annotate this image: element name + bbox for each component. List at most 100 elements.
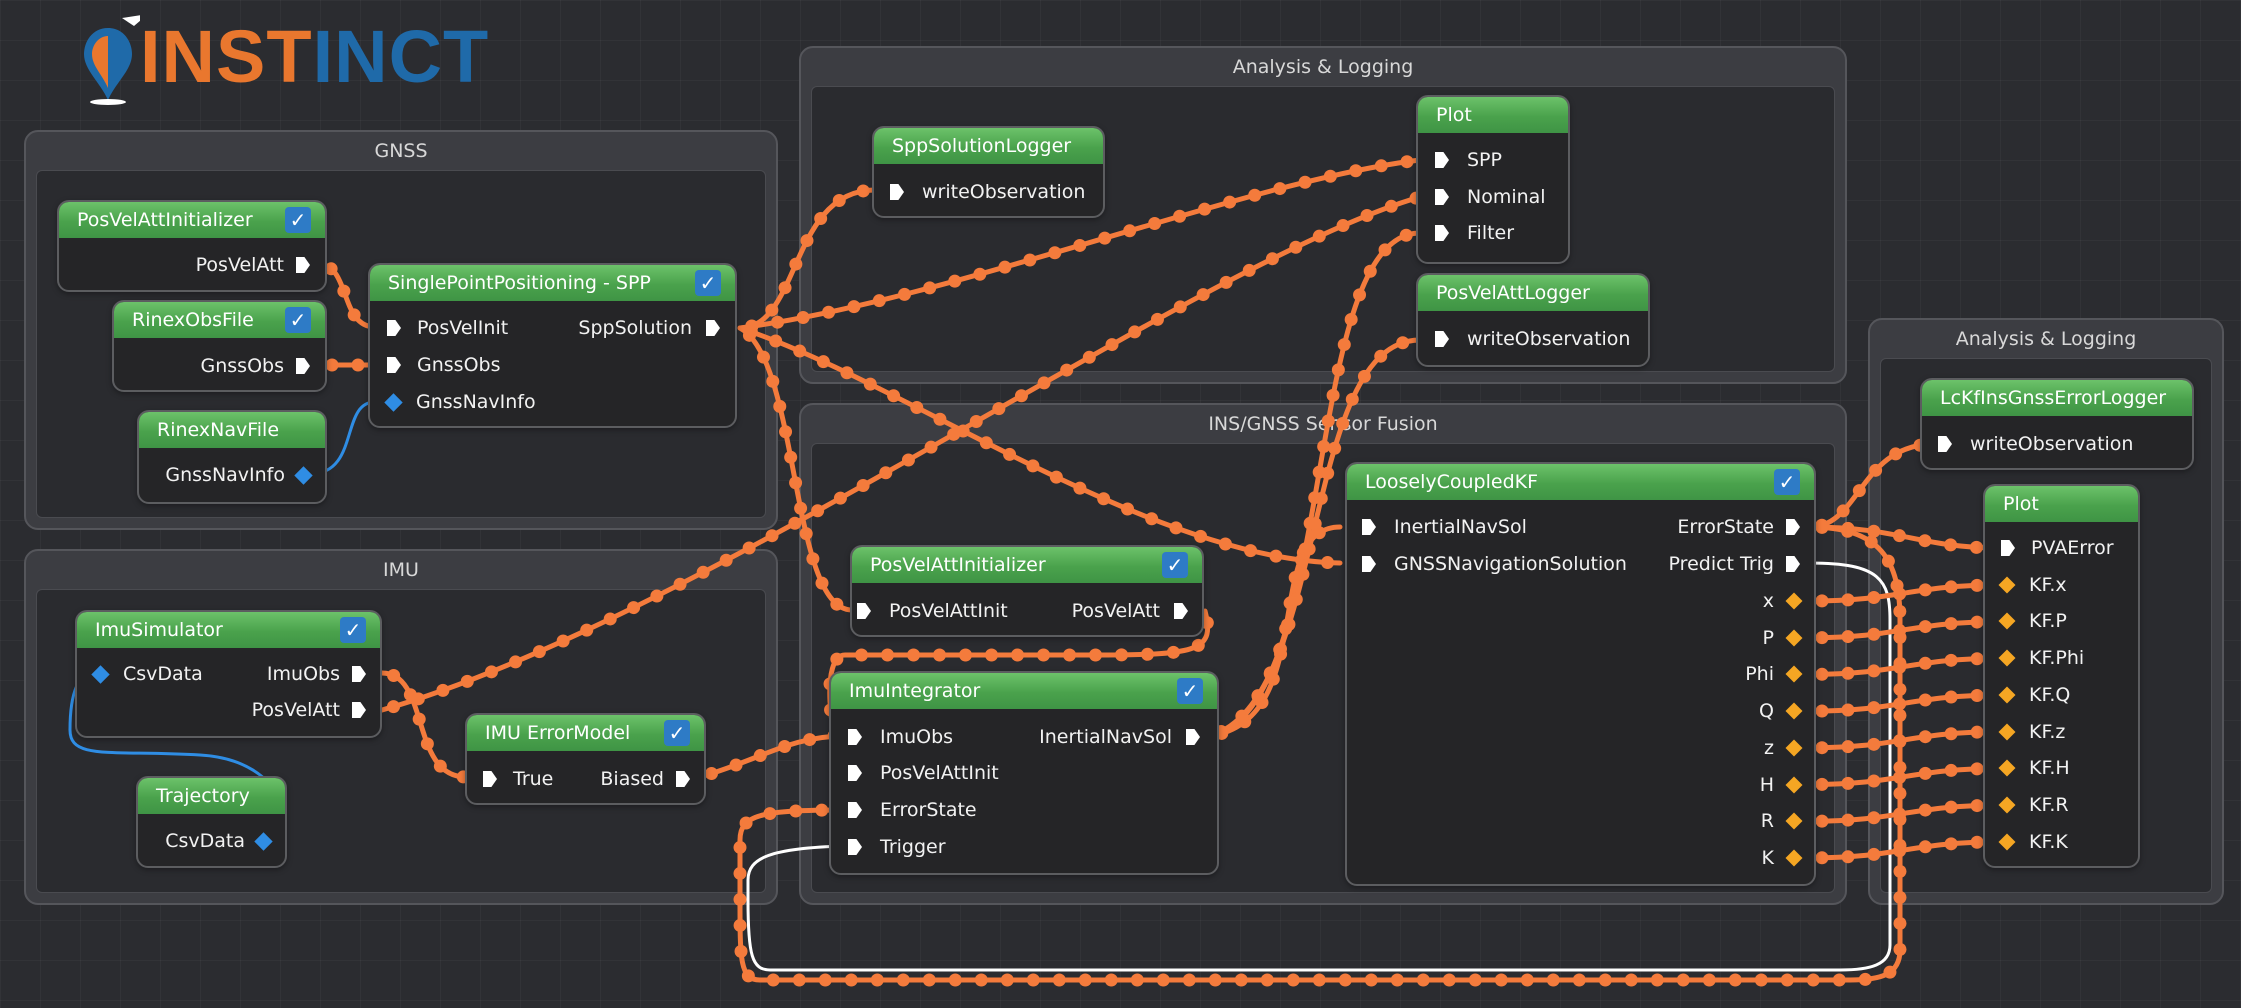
input-pin-kf-x[interactable]: KF.x (1998, 570, 2067, 600)
output-pin-r[interactable]: R (1700, 806, 1803, 836)
enabled-checkbox[interactable]: ✓ (1177, 678, 1203, 704)
wire-flow-dot (830, 597, 844, 611)
wire-flow-dot (436, 683, 450, 697)
output-pin-phi[interactable]: Phi (1700, 659, 1803, 689)
input-pin-kf-z[interactable]: KF.z (1998, 717, 2065, 747)
wire-biased-to-integrator[interactable] (697, 733, 848, 780)
enabled-checkbox[interactable]: ✓ (695, 270, 721, 296)
output-pin-posvelatt[interactable]: PosVelAtt (180, 250, 310, 280)
input-pin-gnssobs[interactable]: GnssObs (387, 350, 500, 380)
pin-label: P (1762, 626, 1774, 649)
diamond-pin-icon (1998, 649, 2016, 667)
output-pin-csvdata[interactable]: CsvData (150, 826, 273, 856)
input-pin-true[interactable]: True (483, 764, 553, 794)
wire-flow-dot (766, 973, 780, 987)
input-pin-kf-r[interactable]: KF.R (1998, 790, 2069, 820)
wire-flow-dot (1867, 591, 1881, 605)
wire-flow-dot (1676, 973, 1690, 987)
wire-flow-dot (1349, 164, 1363, 178)
input-pin-kf-h[interactable]: KF.H (1998, 753, 2070, 783)
output-pin-biased[interactable]: Biased (570, 764, 690, 794)
output-pin-q[interactable]: Q (1700, 696, 1803, 726)
input-pin-kf-p[interactable]: KF.P (1998, 606, 2067, 636)
input-pin-posvelattinit[interactable]: PosVelAttInit (848, 758, 999, 788)
input-pin-gnssnavinfo[interactable]: GnssNavInfo (384, 387, 536, 417)
wire-flow-dot (1944, 727, 1958, 741)
wire-spp-to-pvainit[interactable] (737, 325, 855, 613)
output-pin-k[interactable]: K (1700, 843, 1803, 873)
output-pin-z[interactable]: z (1700, 733, 1803, 763)
wire-flow-dot (1970, 652, 1984, 666)
wire-errorstate-to-logger[interactable] (1807, 441, 1938, 530)
wire-flow-dot (1173, 209, 1187, 223)
output-pin-gnssobs[interactable]: GnssObs (180, 351, 310, 381)
enabled-checkbox[interactable]: ✓ (1774, 469, 1800, 495)
wire-flow-dot (1841, 776, 1855, 790)
output-pin-errorstate[interactable]: ErrorState (1620, 512, 1800, 542)
wire-flow-dot (1400, 155, 1414, 169)
input-pin-filter[interactable]: Filter (1435, 218, 1514, 248)
wire-flow-dot (1128, 325, 1142, 339)
output-pin-x[interactable]: x (1700, 586, 1803, 616)
pin-label: CsvData (165, 830, 245, 852)
pin-label: H (1759, 773, 1774, 796)
wire-flow-dot (733, 866, 747, 880)
wire-flow-dot (1003, 447, 1017, 461)
input-pin-csvdata[interactable]: CsvData (91, 659, 203, 689)
wire-flow-dot (627, 601, 641, 615)
wire-flow-dot (733, 918, 747, 932)
input-pin-nominal[interactable]: Nominal (1435, 182, 1546, 212)
diamond-pin-icon (1785, 702, 1803, 720)
input-pin-errorstate[interactable]: ErrorState (848, 795, 977, 825)
input-pin-pvaerror[interactable]: PVAError (2001, 533, 2114, 563)
wire-flow-dot (1223, 195, 1237, 209)
output-pin-inertialnavsol[interactable]: InertialNavSol (1020, 722, 1200, 752)
input-pin-posvelattinit[interactable]: PosVelAttInit (857, 596, 1008, 626)
input-pin-trigger[interactable]: Trigger (848, 832, 946, 862)
output-pin-p[interactable]: P (1700, 623, 1803, 653)
input-pin-inertialnavsol[interactable]: InertialNavSol (1362, 512, 1527, 542)
input-pin-spp[interactable]: SPP (1435, 145, 1502, 175)
wire-flow-dot (337, 284, 351, 298)
wire-flow-dot (1321, 414, 1335, 428)
input-pin-posvelinit[interactable]: PosVelInit (387, 313, 508, 343)
enabled-checkbox[interactable]: ✓ (1162, 552, 1188, 578)
wire-flow-dot (1191, 638, 1205, 652)
pin-label: x (1762, 590, 1774, 612)
input-pin-writeobservation[interactable]: writeObservation (890, 177, 1085, 207)
output-pin-sppsolution[interactable]: SppSolution (560, 313, 720, 343)
input-pin-kf-k[interactable]: KF.K (1998, 827, 2068, 857)
wire-flow-dot (1312, 229, 1326, 243)
wire-flow-dot (420, 737, 434, 751)
input-pin-gnssnavigationsolution[interactable]: GNSSNavigationSolution (1362, 549, 1627, 579)
output-pin-predict-trig[interactable]: Predict Trig (1620, 549, 1800, 579)
output-pin-posvelatt[interactable]: PosVelAtt (220, 695, 366, 725)
output-pin-gnssnavinfo[interactable]: GnssNavInfo (160, 460, 313, 490)
input-pin-imuobs[interactable]: ImuObs (848, 722, 953, 752)
wire-flow-dot (650, 589, 664, 603)
input-pin-writeobservation[interactable]: writeObservation (1938, 429, 2133, 459)
wire-flow-dot (1148, 217, 1162, 231)
wire-flow-dot (1273, 182, 1287, 196)
enabled-checkbox[interactable]: ✓ (285, 207, 311, 233)
input-pin-kf-q[interactable]: KF.Q (1998, 680, 2070, 710)
output-pin-posvelatt[interactable]: PosVelAtt (1040, 596, 1188, 626)
wire-flow-dot (907, 648, 921, 662)
pin-label: ErrorState (1677, 516, 1774, 538)
pin-label: Biased (600, 768, 664, 790)
wire-flow-dot (1063, 648, 1077, 662)
wire-flow-dot (1323, 169, 1337, 183)
enabled-checkbox[interactable]: ✓ (340, 617, 366, 643)
output-pin-imuobs[interactable]: ImuObs (240, 659, 366, 689)
output-pin-h[interactable]: H (1700, 770, 1803, 800)
wire-flow-dot (803, 733, 817, 747)
wire-flow-dot (1918, 840, 1932, 854)
wire-spp-to-lckf-gnss[interactable] (737, 325, 1343, 566)
pin-label: writeObservation (1970, 433, 2134, 455)
enabled-checkbox[interactable]: ✓ (285, 307, 311, 333)
input-pin-writeobservation[interactable]: writeObservation (1435, 324, 1630, 354)
wire-flow-dot (856, 184, 870, 198)
wire-flow-dot (1286, 973, 1300, 987)
input-pin-kf-phi[interactable]: KF.Phi (1998, 643, 2084, 673)
enabled-checkbox[interactable]: ✓ (664, 720, 690, 746)
